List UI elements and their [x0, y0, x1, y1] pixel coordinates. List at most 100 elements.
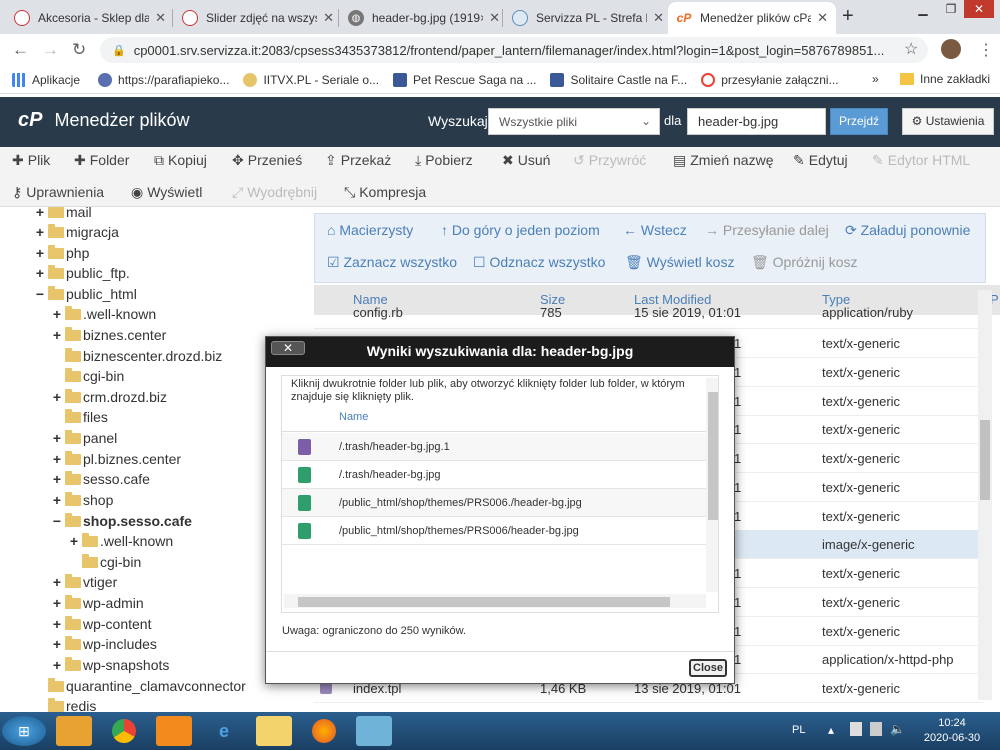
rename-button[interactable]: ▤ Zmień nazwę	[673, 152, 774, 169]
other-bookmarks[interactable]: Inne zakładki	[900, 72, 990, 86]
permissions-button[interactable]: ⚷ Uprawnienia	[12, 184, 104, 201]
tab-servizza[interactable]: Servizza PL - Strefa k ✕	[504, 2, 672, 34]
tree-item[interactable]: cgi-bin	[68, 552, 141, 572]
tree-item[interactable]: + mail	[34, 207, 92, 222]
tree-item[interactable]: files	[51, 407, 108, 427]
result-row[interactable]: /public_html/shop/themes/PRS006/header-b…	[282, 517, 706, 545]
chrome-taskbar-icon[interactable]	[106, 716, 142, 746]
tree-item[interactable]: biznescenter.drozd.biz	[51, 346, 222, 366]
result-row[interactable]: /.trash/header-bg.jpg.1	[282, 433, 706, 461]
back-button[interactable]: ← Wstecz	[623, 222, 687, 238]
view-button[interactable]: ◉ Wyświetl	[131, 184, 202, 201]
col-last-modified[interactable]: Last Modified	[634, 292, 711, 307]
result-row[interactable]: /public_html/shop/themes/PRS006./header-…	[282, 489, 706, 517]
minimize-button[interactable]: ▁	[908, 0, 938, 18]
network-icon[interactable]	[870, 722, 882, 736]
menu-dots-icon[interactable]: ⋮	[978, 40, 994, 60]
new-tab-button[interactable]: +	[842, 5, 854, 28]
close-tab-icon[interactable]: ✕	[653, 10, 664, 26]
deselect-all-button[interactable]: ☐ Odznacz wszystko	[473, 254, 605, 271]
home-button[interactable]: ⌂ Macierzysty	[327, 222, 413, 238]
tab-file-manager[interactable]: cP Menedżer plików cPa ✕	[668, 2, 836, 34]
search-input[interactable]: header-bg.jpg	[687, 108, 826, 135]
media-player-taskbar-icon[interactable]	[56, 716, 92, 746]
explorer-taskbar-icon[interactable]	[256, 716, 292, 746]
copy-button[interactable]: ⧉ Kopiuj	[154, 152, 207, 169]
results-hscroll-thumb[interactable]	[298, 597, 670, 607]
tree-item[interactable]: + pl.biznes.center	[51, 449, 181, 469]
tree-item[interactable]: + wp-snapshots	[51, 655, 169, 675]
extract-button[interactable]: ⤢ Wyodrębnij	[232, 184, 317, 201]
select-all-button[interactable]: ☑ Zaznacz wszystko	[327, 254, 457, 271]
bookmark-parafia[interactable]: https://parafiapieko...	[98, 72, 229, 87]
start-button[interactable]: ⊞	[2, 716, 46, 746]
upload-button[interactable]: ⇪ Przekaż	[325, 152, 391, 169]
volume-icon[interactable]: 🔈	[890, 722, 905, 736]
tree-item[interactable]: + sesso.cafe	[51, 469, 150, 489]
tree-item[interactable]: + wp-content	[51, 614, 151, 634]
table-row[interactable]: config.rb 785 15 sie 2019, 01:01 applicatio…	[314, 307, 984, 329]
bookmark-przesylanie[interactable]: przesyłanie załączni...	[701, 72, 839, 87]
tree-item[interactable]: cgi-bin	[51, 366, 124, 386]
tab-slider[interactable]: Slider zdjęć na wszys ✕	[174, 2, 342, 34]
tree-item[interactable]: redis	[34, 696, 96, 712]
tree-item[interactable]: + biznes.center	[51, 325, 166, 345]
restore-button[interactable]: ↺ Przywróć	[573, 152, 646, 169]
tree-item[interactable]: + shop	[51, 490, 113, 510]
tab-akcesoria[interactable]: Akcesoria - Sklep dla ✕	[6, 2, 174, 34]
tree-item[interactable]: + .well-known	[51, 304, 156, 324]
tree-item[interactable]: − public_html	[34, 284, 137, 304]
tray-arrow-icon[interactable]: ▴	[828, 723, 834, 737]
tree-item-selected[interactable]: − shop.sesso.cafe	[51, 511, 192, 531]
col-name[interactable]: Name	[339, 411, 368, 423]
notepad-taskbar-icon[interactable]	[356, 716, 392, 746]
tree-item[interactable]: + wp-admin	[51, 593, 144, 613]
html-editor-button[interactable]: ✎ Edytor HTML	[872, 152, 970, 169]
results-scrollbar-thumb[interactable]	[708, 392, 718, 520]
bookmark-apps[interactable]: Aplikacje	[12, 72, 80, 87]
maximize-button[interactable]: ❐	[936, 0, 966, 18]
close-tab-icon[interactable]: ✕	[155, 10, 166, 26]
close-tab-icon[interactable]: ✕	[817, 10, 828, 26]
search-scope-select[interactable]: Wszystkie pliki ⌄	[488, 108, 660, 135]
empty-trash-button[interactable]: 🗑 Opróżnij kosz	[751, 254, 857, 271]
reload-button[interactable]: ⟳ Załaduj ponownie	[845, 222, 970, 239]
tree-item[interactable]: + crm.drozd.biz	[51, 387, 167, 407]
go-button[interactable]: Przejdź	[830, 108, 888, 135]
delete-button[interactable]: ✖ Usuń	[502, 152, 550, 169]
compress-button[interactable]: ⤡ Kompresja	[344, 184, 426, 201]
tree-item[interactable]: + public_ftp.	[34, 263, 130, 283]
xampp-taskbar-icon[interactable]	[156, 716, 192, 746]
up-one-level-button[interactable]: ↑ Do góry o jeden poziom	[441, 222, 600, 238]
download-button[interactable]: ⤓ Pobierz	[415, 152, 473, 169]
bookmarks-more-button[interactable]: »	[872, 72, 879, 86]
reload-icon[interactable]: ↻	[72, 40, 86, 60]
back-arrow-icon[interactable]: ←	[12, 40, 29, 60]
close-tab-icon[interactable]: ✕	[489, 10, 500, 26]
new-folder-button[interactable]: ✚ Folder	[74, 152, 129, 169]
tree-item[interactable]: + .well-known	[68, 531, 173, 551]
edit-button[interactable]: ✎ Edytuj	[793, 152, 848, 169]
col-type[interactable]: Type	[822, 292, 850, 307]
flag-icon[interactable]	[850, 722, 862, 736]
firefox-taskbar-icon[interactable]	[306, 716, 342, 746]
forward-button[interactable]: → Przesyłanie dalej	[705, 222, 829, 238]
close-button[interactable]: Close	[689, 659, 727, 677]
result-row[interactable]: /.trash/header-bg.jpg	[282, 461, 706, 489]
tree-item[interactable]: + migracja	[34, 222, 119, 242]
close-tab-icon[interactable]: ✕	[323, 10, 334, 26]
bookmark-pet-rescue[interactable]: Pet Rescue Saga na ...	[393, 72, 536, 87]
language-indicator[interactable]: PL	[792, 724, 805, 736]
tree-item[interactable]: + panel	[51, 428, 117, 448]
tree-item[interactable]: + vtiger	[51, 572, 117, 592]
url-field[interactable]: 🔒 cp0001.srv.servizza.it:2083/cpsess34353…	[100, 37, 928, 63]
scrollbar-thumb[interactable]	[980, 420, 990, 500]
close-icon[interactable]: ✕	[271, 341, 305, 355]
new-file-button[interactable]: ✚ Plik	[12, 152, 50, 169]
move-button[interactable]: ✥ Przenieś	[232, 152, 302, 169]
forward-arrow-icon[interactable]: →	[42, 40, 59, 60]
ie-taskbar-icon[interactable]: e	[206, 716, 242, 746]
tab-header-bg[interactable]: ◍ header-bg.jpg (1919× ✕	[340, 2, 508, 34]
col-size[interactable]: Size	[540, 292, 565, 307]
bookmark-star-icon[interactable]: ☆	[904, 39, 918, 59]
